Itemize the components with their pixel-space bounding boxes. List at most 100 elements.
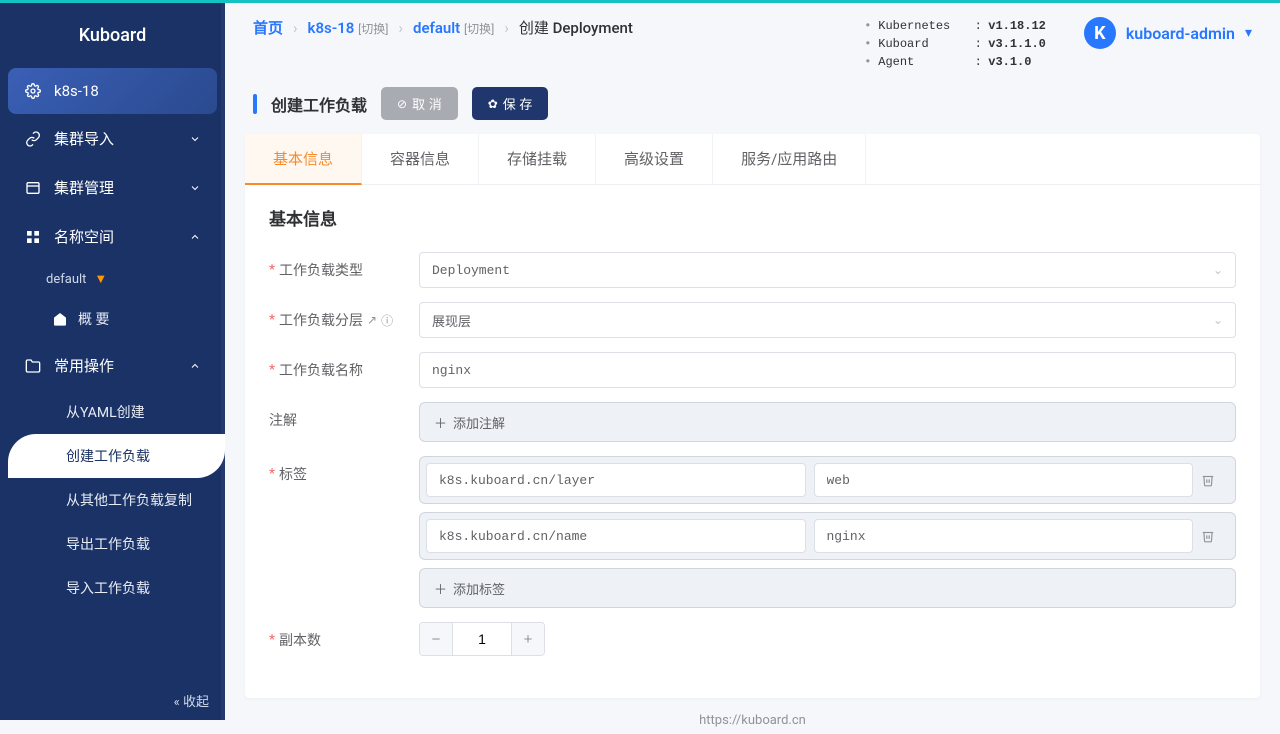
help-icon[interactable]: ⓘ — [381, 312, 393, 329]
plus-icon: ＋ — [434, 413, 447, 432]
nav-cluster-manage[interactable]: 集群管理 — [8, 163, 217, 212]
nav-summary[interactable]: 概 要 — [8, 297, 217, 341]
nav-namespace-label: 名称空间 — [54, 226, 114, 247]
tag-key-input[interactable] — [426, 519, 806, 553]
breadcrumb: 首页 › k8s-18 [切换] › default [切换] › 创建 Dep… — [253, 17, 633, 38]
agent-label: Agent — [878, 53, 968, 71]
tabs: 基本信息 容器信息 存储挂载 高级设置 服务/应用路由 — [245, 134, 1260, 185]
label-annotations: 注解 — [269, 410, 297, 430]
chevron-right-icon: › — [398, 19, 403, 37]
tag-value-input[interactable] — [814, 519, 1194, 553]
user-menu[interactable]: K kuboard-admin ▾ — [1084, 17, 1252, 49]
k8s-version: v1.18.12 — [988, 17, 1046, 35]
switch-namespace[interactable]: [切换] — [464, 22, 494, 36]
tab-container[interactable]: 容器信息 — [362, 134, 479, 184]
crumb-cluster-text: k8s-18 — [308, 19, 355, 37]
brand-logo[interactable]: Kuboard — [0, 3, 225, 68]
sidebar-collapse[interactable]: « 收起 — [0, 681, 225, 720]
save-label: 保 存 — [503, 94, 533, 113]
delete-tag-button[interactable] — [1201, 529, 1229, 543]
external-link-icon[interactable]: ↗ — [367, 313, 377, 327]
nav-namespace[interactable]: 名称空间 — [8, 212, 217, 261]
crumb-namespace[interactable]: default [切换] — [413, 19, 494, 37]
gear-icon — [24, 82, 42, 100]
title-accent — [253, 94, 257, 114]
collapse-label: 收起 — [183, 695, 209, 710]
crumb-home[interactable]: 首页 — [253, 17, 283, 38]
nav-cluster-import[interactable]: 集群导入 — [8, 114, 217, 163]
replicas-stepper: − + — [419, 622, 545, 656]
main-content: 首页 › k8s-18 [切换] › default [切换] › 创建 Dep… — [225, 0, 1280, 720]
tag-key-input[interactable] — [426, 463, 806, 497]
nav-import-label: 集群导入 — [54, 128, 114, 149]
workload-type-select[interactable]: Deployment ⌄ — [419, 252, 1236, 288]
label-workload-type: 工作负载类型 — [279, 260, 363, 280]
sub-copy-workload[interactable]: 从其他工作负载复制 — [8, 478, 217, 522]
workload-layer-select[interactable]: 展现层 ⌄ — [419, 302, 1236, 338]
cancel-label: 取 消 — [412, 94, 442, 113]
save-button[interactable]: ✿ 保 存 — [472, 87, 549, 120]
nav-cluster-label: k8s-18 — [54, 82, 99, 100]
chevron-down-icon — [189, 182, 201, 194]
folder-icon — [24, 357, 42, 375]
add-tag-label: 添加标签 — [453, 579, 505, 598]
version-info: •Kubernetes:v1.18.12 •Kuboard:v3.1.1.0 •… — [864, 17, 1046, 71]
caret-down-icon: ▼ — [94, 271, 107, 287]
sub-import-workload[interactable]: 导入工作负载 — [8, 566, 217, 610]
namespace-selector[interactable]: default ▼ — [8, 261, 217, 297]
tag-row — [419, 456, 1236, 504]
nav-common-ops-label: 常用操作 — [54, 355, 114, 376]
label-replicas: 副本数 — [279, 630, 321, 650]
delete-tag-button[interactable] — [1201, 473, 1229, 487]
caret-down-icon: ▾ — [1245, 25, 1252, 41]
add-tag-button[interactable]: ＋ 添加标签 — [419, 568, 1236, 608]
chevron-down-icon: ⌄ — [1213, 313, 1223, 328]
check-icon: ✿ — [488, 97, 498, 111]
tag-row — [419, 512, 1236, 560]
tab-service[interactable]: 服务/应用路由 — [713, 134, 866, 184]
add-annotation-label: 添加注解 — [453, 413, 505, 432]
link-icon — [24, 130, 42, 148]
avatar: K — [1084, 17, 1116, 49]
workload-name-input[interactable] — [419, 352, 1236, 388]
crumb-cluster[interactable]: k8s-18 [切换] — [308, 19, 389, 37]
chevron-up-icon — [189, 231, 201, 243]
kuboard-label: Kuboard — [878, 35, 968, 53]
chevron-down-icon — [189, 133, 201, 145]
replicas-input[interactable] — [452, 623, 512, 655]
tag-value-input[interactable] — [814, 463, 1194, 497]
label-workload-layer: 工作负载分层 — [279, 310, 363, 330]
sub-create-workload[interactable]: 创建工作负载 — [8, 434, 225, 478]
page-title: 创建工作负载 — [271, 92, 367, 116]
crumb-ns-text: default — [413, 19, 460, 37]
add-annotation-button[interactable]: ＋ 添加注解 — [419, 402, 1236, 442]
agent-version: v3.1.0 — [988, 53, 1031, 71]
nav-cluster-active[interactable]: k8s-18 — [8, 68, 217, 114]
sub-export-workload[interactable]: 导出工作负载 — [8, 522, 217, 566]
chevron-right-icon: › — [504, 19, 509, 37]
increment-button[interactable]: + — [512, 623, 544, 655]
window-icon — [24, 179, 42, 197]
tab-basic[interactable]: 基本信息 — [245, 134, 362, 185]
section-title: 基本信息 — [269, 205, 1236, 230]
workload-layer-value: 展现层 — [432, 311, 471, 330]
nav-manage-label: 集群管理 — [54, 177, 114, 198]
sidebar: Kuboard k8s-18 集群导入 集群管理 名称空间 — [0, 0, 225, 720]
user-name: kuboard-admin — [1126, 24, 1235, 43]
chevron-right-icon: › — [293, 19, 298, 37]
sub-yaml-create[interactable]: 从YAML创建 — [8, 390, 217, 434]
tab-storage[interactable]: 存储挂载 — [479, 134, 596, 184]
decrement-button[interactable]: − — [420, 623, 452, 655]
crumb-current: 创建 Deployment — [519, 17, 633, 38]
switch-cluster[interactable]: [切换] — [358, 22, 388, 36]
tab-advanced[interactable]: 高级设置 — [596, 134, 713, 184]
grid-icon — [24, 228, 42, 246]
cancel-button[interactable]: ⊘ 取 消 — [381, 87, 458, 120]
label-tags: 标签 — [279, 464, 307, 484]
namespace-value: default — [46, 272, 86, 287]
footer-link[interactable]: https://kuboard.cn — [699, 713, 806, 728]
k8s-label: Kubernetes — [878, 17, 968, 35]
nav-common-ops[interactable]: 常用操作 — [8, 341, 217, 390]
cancel-icon: ⊘ — [397, 97, 407, 111]
plus-icon: ＋ — [434, 579, 447, 598]
